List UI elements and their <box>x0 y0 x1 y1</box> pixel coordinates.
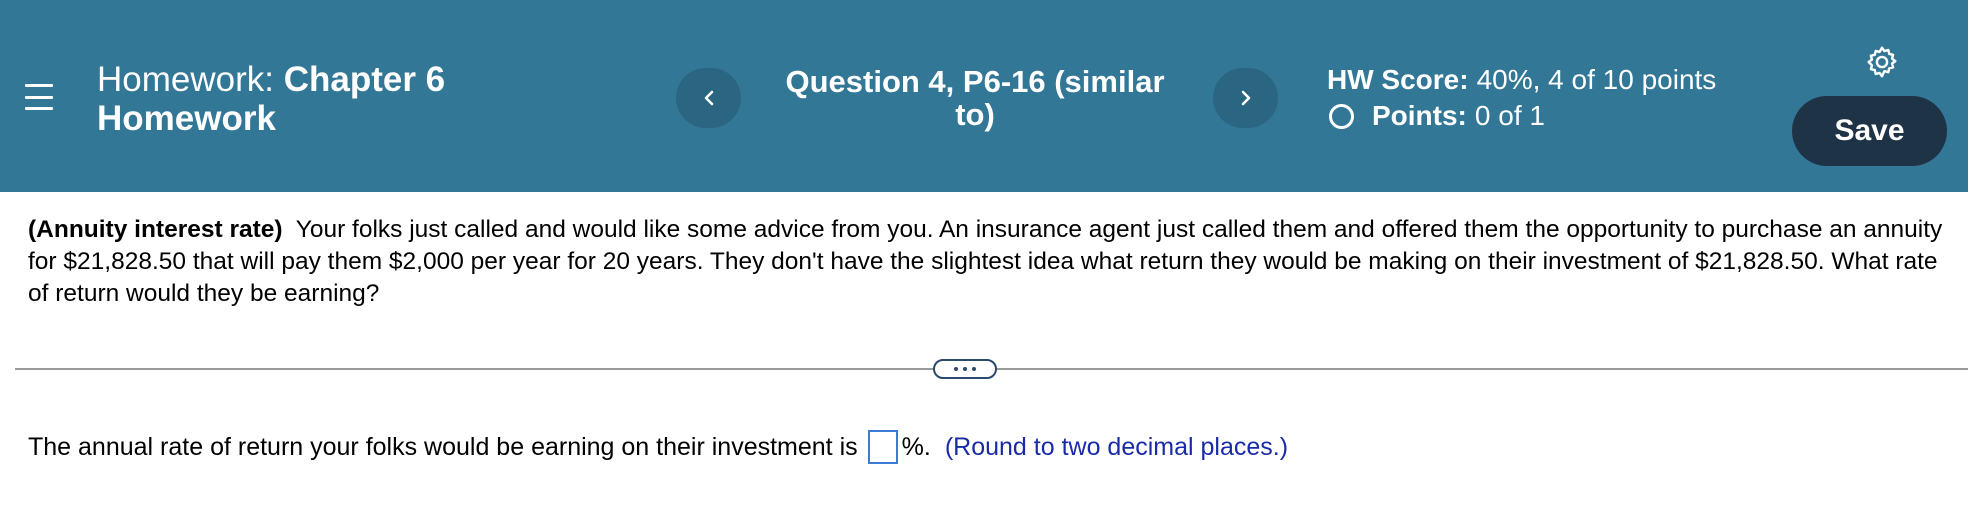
points: Points: 0 of 1 <box>1327 98 1716 134</box>
chevron-left-icon <box>704 90 713 106</box>
previous-question-button[interactable] <box>676 68 741 128</box>
expand-button[interactable] <box>933 359 997 379</box>
hw-score-label: HW Score: <box>1327 64 1469 95</box>
question-title: Question 4, P6-16 (similar to) <box>785 64 1165 132</box>
next-question-button[interactable] <box>1213 68 1278 128</box>
question-topic: (Annuity interest rate) <box>28 216 283 243</box>
rounding-hint: (Round to two decimal places.) <box>944 433 1289 461</box>
answer-row: The annual rate of return your folks wou… <box>28 429 1288 465</box>
hw-score: HW Score: 40%, 4 of 10 points <box>1327 62 1716 98</box>
question-body: Your folks just called and would like so… <box>28 216 1943 307</box>
empty-circle-icon <box>1329 103 1354 129</box>
homework-title: Homework: Chapter 6 Homework <box>97 60 445 138</box>
hw-score-value: 40%, 4 of 10 points <box>1476 64 1717 95</box>
ellipsis-icon <box>954 367 958 371</box>
answer-input[interactable] <box>867 430 898 464</box>
gear-icon[interactable] <box>1864 44 1900 80</box>
answer-suffix: %. <box>901 433 931 461</box>
points-value: 0 of 1 <box>1474 100 1545 131</box>
homework-name-line1: Chapter 6 <box>283 60 446 99</box>
hamburger-menu-icon[interactable] <box>25 84 53 110</box>
score-panel: HW Score: 40%, 4 of 10 points Points: 0 … <box>1327 62 1716 134</box>
save-button[interactable]: Save <box>1792 96 1947 166</box>
answer-prompt: The annual rate of return your folks wou… <box>28 433 858 461</box>
question-text: (Annuity interest rate) Your folks just … <box>28 214 1948 310</box>
homework-name-line2: Homework <box>97 99 276 138</box>
homework-prefix: Homework: <box>97 60 274 99</box>
top-bar: Homework: Chapter 6 Homework Question 4,… <box>0 0 1968 192</box>
points-label: Points: <box>1372 100 1467 131</box>
chevron-right-icon <box>1241 90 1250 106</box>
